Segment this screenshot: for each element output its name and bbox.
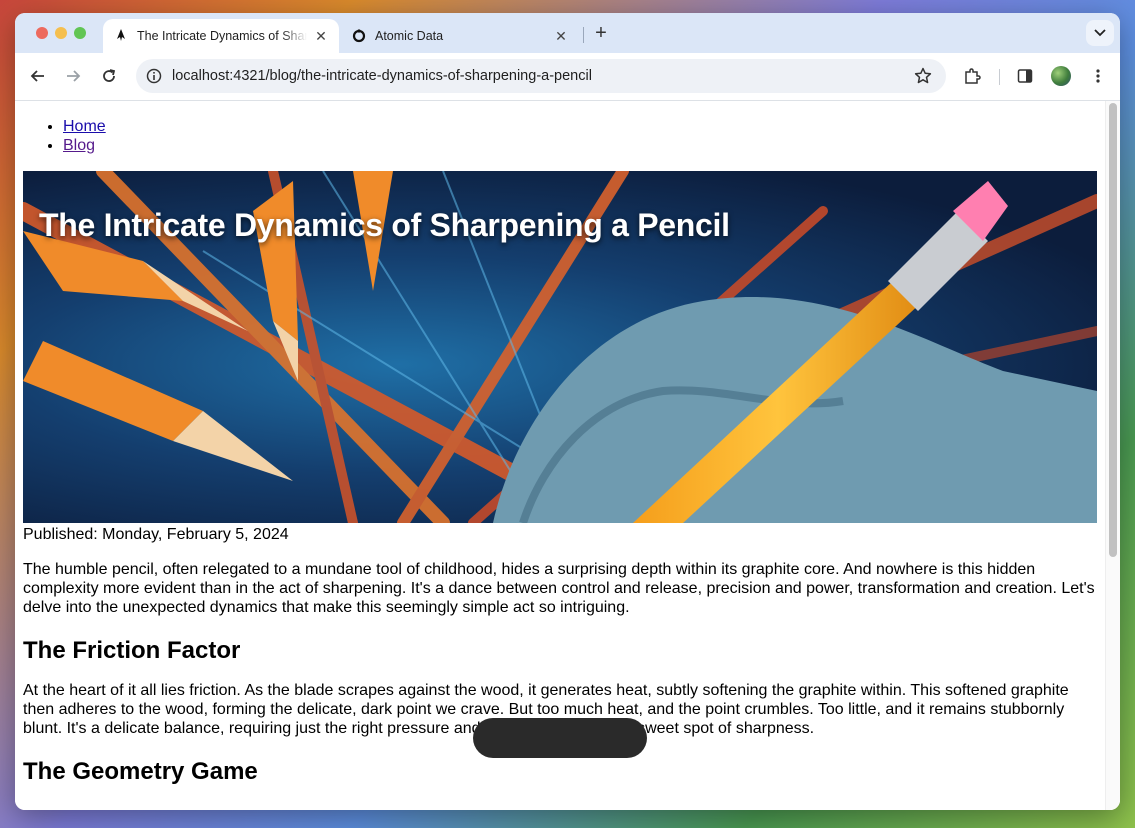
more-menu-icon[interactable] <box>1087 65 1109 87</box>
page-content: Home Blog <box>23 101 1097 786</box>
fullscreen-window-button[interactable] <box>74 27 86 39</box>
atomic-data-favicon-icon <box>351 28 367 44</box>
close-tab-icon[interactable]: ✕ <box>553 28 569 45</box>
nav-link-blog[interactable]: Blog <box>63 137 95 154</box>
page-viewport: Home Blog <box>15 101 1120 810</box>
tab-bar: The Intricate Dynamics of Sharpening a P… <box>15 13 1120 53</box>
nav-item-blog: Blog <box>63 136 1097 155</box>
astro-favicon-icon <box>113 28 129 44</box>
reload-icon[interactable] <box>98 65 120 87</box>
tab-title: Atomic Data <box>375 29 444 43</box>
site-nav: Home Blog <box>23 117 1097 155</box>
section-heading: The Geometry Game <box>23 758 258 785</box>
site-info-icon[interactable] <box>146 68 162 84</box>
minimize-window-button[interactable] <box>55 27 67 39</box>
back-arrow-icon[interactable] <box>27 65 49 87</box>
floating-toolbar[interactable] <box>473 718 647 758</box>
browser-window: The Intricate Dynamics of Sharpening a P… <box>15 13 1120 810</box>
tab-search-chevron-icon[interactable] <box>1086 20 1114 46</box>
section-heading: The Friction Factor <box>23 637 241 664</box>
profile-avatar[interactable] <box>1051 66 1071 86</box>
address-bar[interactable]: localhost:4321/blog/the-intricate-dynami… <box>136 59 946 93</box>
side-panel-icon[interactable] <box>1014 65 1036 87</box>
close-tab-icon[interactable]: ✕ <box>313 28 329 45</box>
new-tab-plus-icon[interactable]: + <box>589 22 613 46</box>
close-window-button[interactable] <box>36 27 48 39</box>
hero-banner: The Intricate Dynamics of Sharpening a P… <box>23 171 1097 523</box>
browser-toolbar: localhost:4321/blog/the-intricate-dynami… <box>15 53 1120 101</box>
tab-article[interactable]: The Intricate Dynamics of Sharpening a P… <box>103 19 339 53</box>
url-text: localhost:4321/blog/the-intricate-dynami… <box>172 68 592 84</box>
published-date: Published: Monday, February 5, 2024 <box>23 526 289 543</box>
tab-atomic-data[interactable]: Atomic Data ✕ <box>341 19 579 53</box>
bookmark-star-icon[interactable] <box>914 67 932 85</box>
extensions-puzzle-icon[interactable] <box>961 65 983 87</box>
article-title: The Intricate Dynamics of Sharpening a P… <box>39 207 730 243</box>
tab-separator <box>583 27 584 43</box>
forward-arrow-icon[interactable] <box>62 65 84 87</box>
intro-paragraph: The humble pencil, often relegated to a … <box>23 561 1095 616</box>
tab-title: The Intricate Dynamics of Sharpening a P… <box>137 29 307 43</box>
vertical-scrollbar[interactable] <box>1105 101 1120 810</box>
nav-link-home[interactable]: Home <box>63 118 106 135</box>
scrollbar-thumb[interactable] <box>1109 103 1117 557</box>
toolbar-divider <box>999 69 1000 85</box>
nav-item-home: Home <box>63 117 1097 136</box>
